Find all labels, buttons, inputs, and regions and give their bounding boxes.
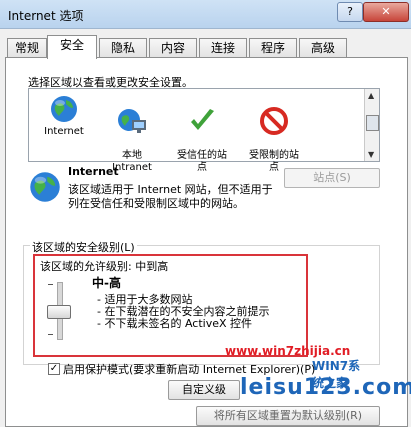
scroll-up-icon[interactable]: ▲ bbox=[368, 91, 374, 100]
slider-tick bbox=[48, 284, 53, 285]
tab-security[interactable]: 安全 bbox=[47, 35, 97, 59]
zone-local-intranet[interactable]: 本地 Intranet bbox=[97, 94, 167, 174]
security-level-group-label: 该区域的安全级别(L) bbox=[30, 239, 137, 255]
zone-trusted-sites-label: 受信任的站 点 bbox=[177, 150, 227, 173]
scroll-down-icon[interactable]: ▼ bbox=[368, 150, 374, 159]
local-intranet-icon bbox=[118, 109, 146, 133]
zone-list: Internet 本地 Intranet 受信任的站 点 受限制的站 点 ▲ ▼ bbox=[28, 88, 380, 173]
watermark-logo: WIN7系统之家 bbox=[312, 359, 361, 390]
slider-tick bbox=[48, 334, 53, 335]
zone-info-globe-icon bbox=[30, 172, 60, 202]
scroll-thumb[interactable] bbox=[366, 115, 379, 131]
help-button[interactable]: ? bbox=[337, 2, 363, 22]
tab-privacy[interactable]: 隐私 bbox=[99, 38, 147, 57]
watermark-site: leisu123.com bbox=[240, 375, 411, 400]
zone-restricted-sites[interactable]: 受限制的站 点 bbox=[239, 94, 309, 174]
restricted-icon bbox=[260, 107, 288, 135]
reset-all-zones-button[interactable]: 将所有区域重置为默认级别(R) bbox=[196, 406, 380, 426]
tab-programs[interactable]: 程序 bbox=[249, 38, 297, 57]
zone-info-title: Internet bbox=[68, 165, 119, 178]
check-icon bbox=[191, 109, 214, 130]
level-bullet: - 不下载未签名的 ActiveX 控件 bbox=[97, 317, 253, 330]
tab-advanced[interactable]: 高级 bbox=[299, 38, 347, 57]
zone-trusted-sites[interactable]: 受信任的站 点 bbox=[167, 94, 237, 174]
zone-internet[interactable]: Internet bbox=[29, 94, 99, 138]
zone-list-scrollbar[interactable]: ▲ ▼ bbox=[364, 89, 379, 161]
security-level-slider-thumb[interactable] bbox=[47, 305, 71, 319]
zone-internet-label: Internet bbox=[44, 126, 84, 137]
tab-general[interactable]: 常规 bbox=[7, 38, 47, 57]
allowed-levels-label: 该区域的允许级别: 中到高 bbox=[40, 260, 169, 273]
level-name: 中-高 bbox=[92, 276, 121, 290]
close-button[interactable]: ✕ bbox=[363, 2, 409, 22]
protected-mode-checkbox[interactable]: ✓ bbox=[48, 363, 60, 375]
window-title: Internet 选项 bbox=[8, 9, 84, 23]
zone-info-description: 该区域适用于 Internet 网站，但不适用于列在受信任和受限制区域中的网站。 bbox=[68, 183, 273, 210]
tab-connections[interactable]: 连接 bbox=[199, 38, 247, 57]
tab-content[interactable]: 内容 bbox=[149, 38, 197, 57]
custom-level-button[interactable]: 自定义级 bbox=[168, 380, 240, 400]
title-bar: Internet 选项 ? ✕ bbox=[0, 0, 411, 29]
globe-icon bbox=[51, 96, 77, 122]
sites-button[interactable]: 站点(S) bbox=[284, 168, 380, 188]
watermark-url: www.win7zhijia.cn bbox=[225, 344, 351, 358]
